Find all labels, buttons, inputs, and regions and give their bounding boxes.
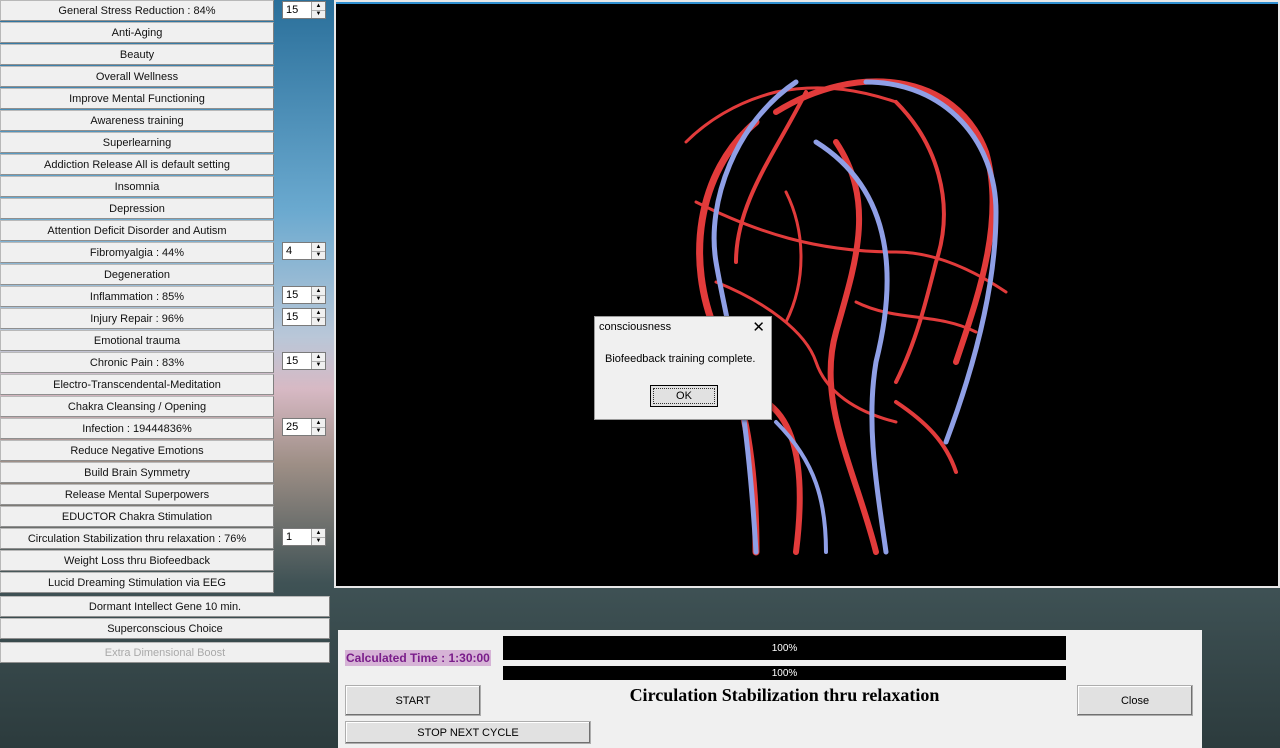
- program-button[interactable]: Depression: [0, 198, 274, 219]
- program-button[interactable]: Addiction Release All is default setting: [0, 154, 274, 175]
- program-button[interactable]: Chakra Cleansing / Opening: [0, 396, 274, 417]
- arrow-down-icon[interactable]: ▼: [312, 426, 325, 436]
- program-button[interactable]: Circulation Stabilization thru relaxatio…: [0, 528, 274, 549]
- arrow-down-icon[interactable]: ▼: [312, 316, 325, 326]
- vein-path: [813, 139, 890, 555]
- program-button[interactable]: Awareness training: [0, 110, 274, 131]
- program-button[interactable]: Lucid Dreaming Stimulation via EEG: [0, 572, 274, 593]
- intensity-spinner[interactable]: 15 ▲ ▼: [282, 286, 326, 304]
- program-button[interactable]: Attention Deficit Disorder and Autism: [0, 220, 274, 241]
- spinner-value[interactable]: 1: [283, 529, 311, 545]
- arrow-up-icon[interactable]: ▲: [312, 287, 325, 295]
- blood-vessel-visualization: [684, 78, 1008, 556]
- spinner-value[interactable]: 15: [283, 287, 311, 303]
- intensity-spinner[interactable]: 15 ▲ ▼: [282, 352, 326, 370]
- spinner-value[interactable]: 25: [283, 419, 311, 435]
- program-button[interactable]: Injury Repair : 96%: [0, 308, 274, 329]
- control-panel: Calculated Time : 1:30:00 100% 100% STAR…: [338, 630, 1202, 748]
- extra-program-button[interactable]: Superconscious Choice: [0, 618, 330, 639]
- arrow-up-icon[interactable]: ▲: [312, 309, 325, 317]
- intensity-spinner[interactable]: 25 ▲ ▼: [282, 418, 326, 436]
- artery-path: [784, 190, 803, 324]
- arrow-up-icon[interactable]: ▲: [312, 353, 325, 361]
- arrow-up-icon[interactable]: ▲: [312, 2, 325, 10]
- ok-button[interactable]: OK: [650, 385, 718, 407]
- program-button[interactable]: Insomnia: [0, 176, 274, 197]
- spinner-value[interactable]: 15: [283, 309, 311, 325]
- program-button[interactable]: Emotional trauma: [0, 330, 274, 351]
- arrow-down-icon[interactable]: ▼: [312, 294, 325, 304]
- program-button[interactable]: Reduce Negative Emotions: [0, 440, 274, 461]
- artery-path: [734, 90, 808, 264]
- arrow-up-icon[interactable]: ▲: [312, 243, 325, 251]
- program-button[interactable]: Improve Mental Functioning: [0, 88, 274, 109]
- completion-dialog: consciousness ✕ Biofeedback training com…: [594, 316, 772, 420]
- spinner-arrows[interactable]: ▲ ▼: [311, 287, 325, 303]
- program-button[interactable]: General Stress Reduction : 84%: [0, 0, 274, 21]
- spinner-arrows[interactable]: ▲ ▼: [311, 529, 325, 545]
- artery-path: [894, 100, 946, 384]
- spinner-arrows[interactable]: ▲ ▼: [311, 419, 325, 435]
- calculated-time: Calculated Time : 1:30:00: [345, 650, 491, 666]
- program-button[interactable]: Build Brain Symmetry: [0, 462, 274, 483]
- session-title: Circulation Stabilization thru relaxatio…: [629, 685, 940, 705]
- program-button[interactable]: Superlearning: [0, 132, 274, 153]
- dialog-title: consciousness: [599, 321, 672, 333]
- intensity-spinner[interactable]: 4 ▲ ▼: [282, 242, 326, 260]
- arrow-up-icon[interactable]: ▲: [312, 419, 325, 427]
- start-button[interactable]: START: [345, 685, 481, 716]
- program-button[interactable]: Degeneration: [0, 264, 274, 285]
- program-button[interactable]: Release Mental Superpowers: [0, 484, 274, 505]
- extra-program-button[interactable]: Extra Dimensional Boost: [0, 642, 330, 663]
- spinner-value[interactable]: 15: [283, 2, 311, 18]
- dialog-message: Biofeedback training complete.: [605, 353, 756, 365]
- intensity-spinner[interactable]: 15 ▲ ▼: [282, 308, 326, 326]
- arrow-down-icon[interactable]: ▼: [312, 536, 325, 546]
- close-icon[interactable]: ✕: [752, 318, 765, 336]
- arrow-down-icon[interactable]: ▼: [312, 9, 325, 19]
- program-button[interactable]: Infection : 19444836%: [0, 418, 274, 439]
- spinner-arrows[interactable]: ▲ ▼: [311, 2, 325, 18]
- intensity-spinner[interactable]: 1 ▲ ▼: [282, 528, 326, 546]
- stop-next-cycle-button[interactable]: STOP NEXT CYCLE: [345, 721, 591, 744]
- program-button[interactable]: Fibromyalgia : 44%: [0, 242, 274, 263]
- program-button[interactable]: Inflammation : 85%: [0, 286, 274, 307]
- progress-bar-secondary: 100%: [503, 666, 1066, 680]
- progress-bar-primary: 100%: [503, 636, 1066, 660]
- intensity-spinner[interactable]: 15 ▲ ▼: [282, 1, 326, 19]
- arrow-up-icon[interactable]: ▲: [312, 529, 325, 537]
- program-button[interactable]: Beauty: [0, 44, 274, 65]
- spinner-value[interactable]: 4: [283, 243, 311, 259]
- program-button[interactable]: Electro-Transcendental-Meditation: [0, 374, 274, 395]
- close-button[interactable]: Close: [1077, 685, 1193, 716]
- extra-program-button[interactable]: Dormant Intellect Gene 10 min.: [0, 596, 330, 617]
- program-button[interactable]: EDUCTOR Chakra Stimulation: [0, 506, 274, 527]
- spinner-value[interactable]: 15: [283, 353, 311, 369]
- program-button[interactable]: Anti-Aging: [0, 22, 274, 43]
- spinner-arrows[interactable]: ▲ ▼: [311, 243, 325, 259]
- spinner-arrows[interactable]: ▲ ▼: [311, 309, 325, 325]
- program-button[interactable]: Overall Wellness: [0, 66, 274, 87]
- arrow-down-icon[interactable]: ▼: [312, 250, 325, 260]
- program-button[interactable]: Chronic Pain : 83%: [0, 352, 274, 373]
- artery-path: [763, 399, 803, 555]
- artery-path: [684, 86, 898, 144]
- arrow-down-icon[interactable]: ▼: [312, 360, 325, 370]
- spinner-arrows[interactable]: ▲ ▼: [311, 353, 325, 369]
- visualization-panel: [334, 0, 1280, 588]
- program-button[interactable]: Weight Loss thru Biofeedback: [0, 550, 274, 571]
